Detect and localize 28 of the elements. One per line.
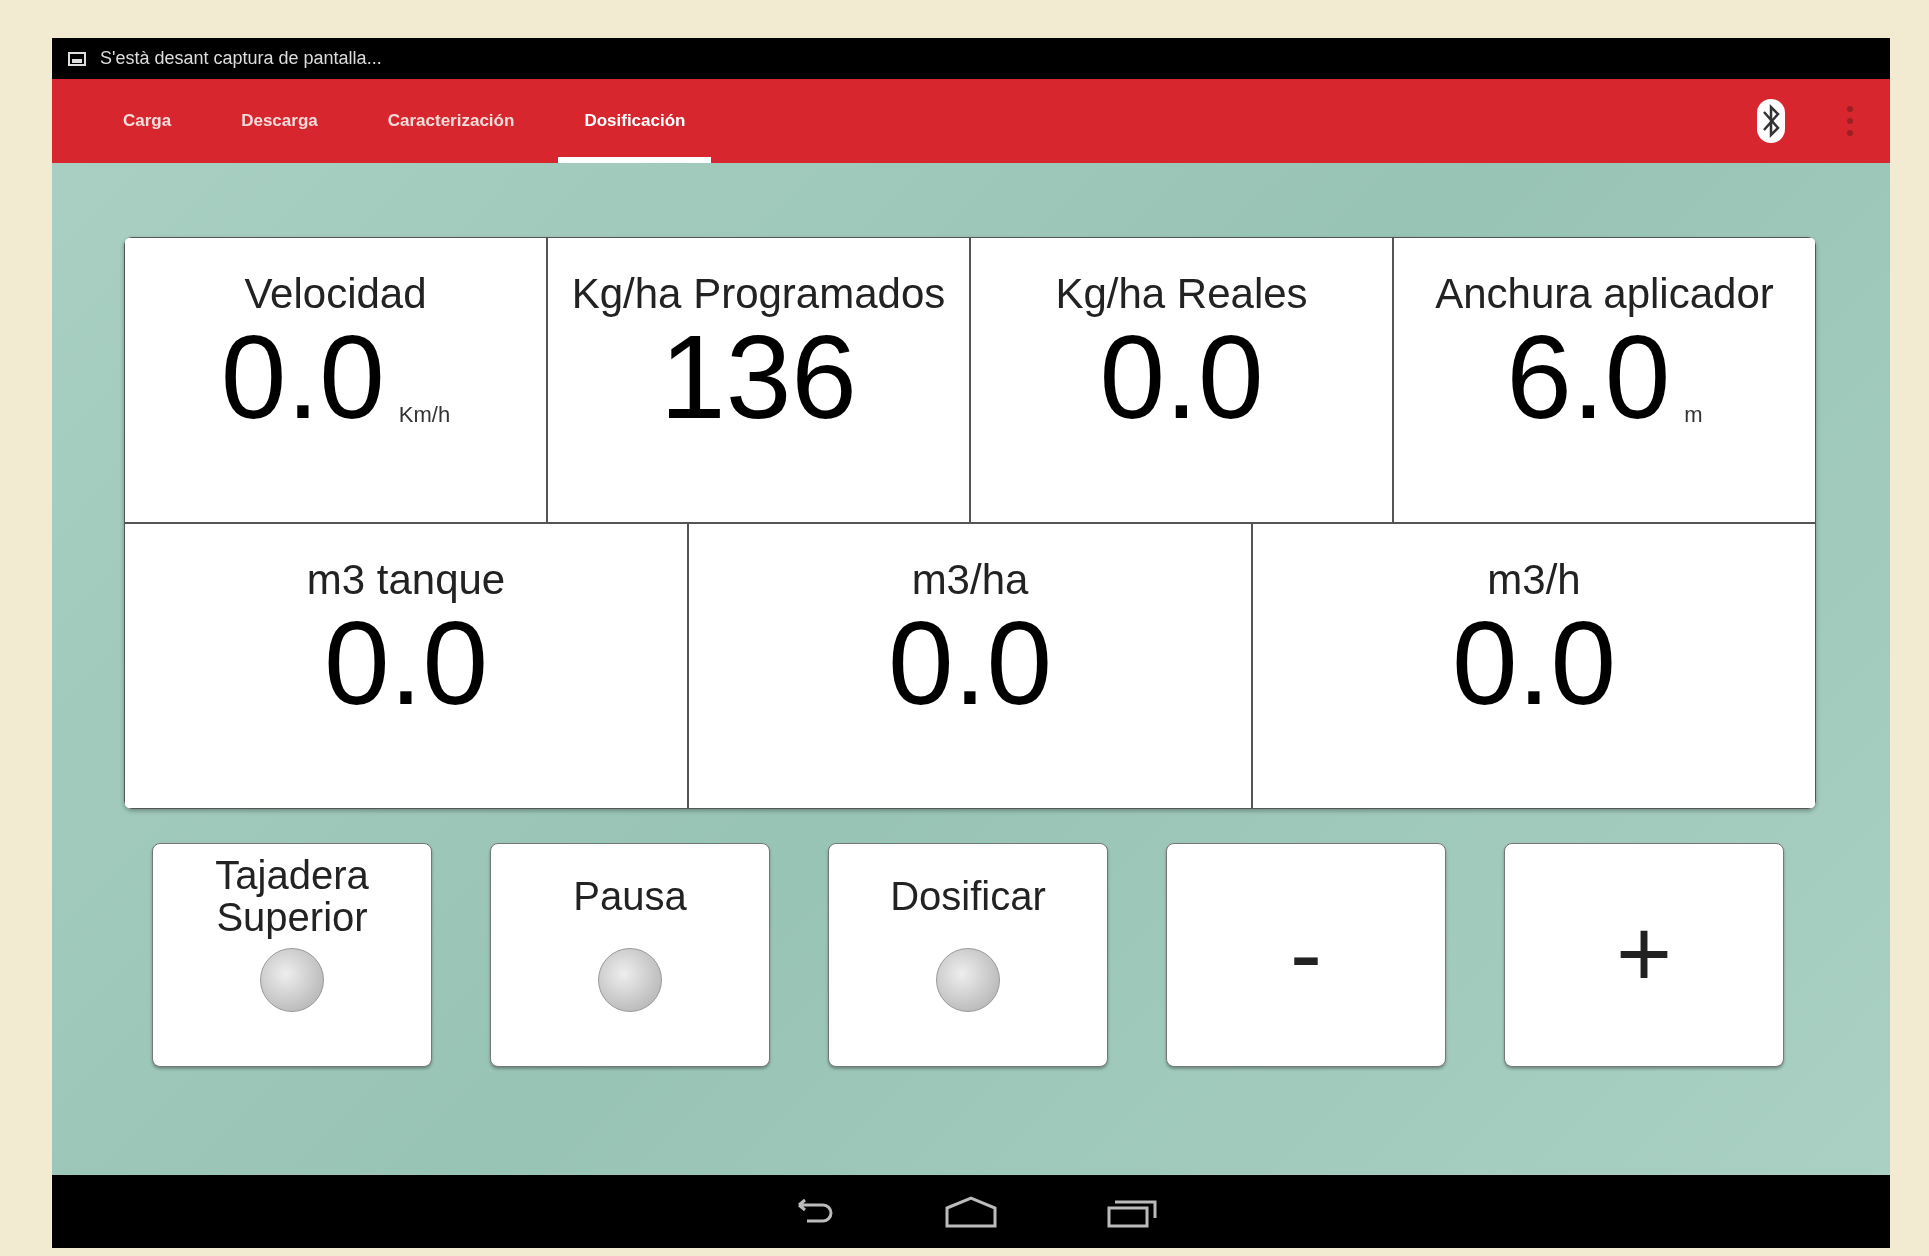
reading-value: 0.0 xyxy=(323,604,488,722)
reading-label: Kg/ha Reales xyxy=(1055,270,1308,318)
step-button[interactable]: + xyxy=(1504,843,1784,1067)
reading-unit: m xyxy=(1684,402,1703,428)
notification-text: S'està desant captura de pantalla... xyxy=(100,48,382,69)
reading-label: Anchura aplicador xyxy=(1435,270,1774,318)
tab[interactable]: Descarga xyxy=(215,79,344,163)
reading-label: m3/h xyxy=(1487,556,1581,604)
reading-label: m3/ha xyxy=(911,556,1029,604)
tab[interactable]: Carga xyxy=(97,79,198,163)
reading-label: Kg/ha Programados xyxy=(571,270,946,318)
reading-value: 0.0 xyxy=(1099,318,1264,436)
reading-value: 0.0 xyxy=(220,318,385,436)
reading-value: 0.0 xyxy=(887,604,1052,722)
reading-value: 136 xyxy=(660,318,857,436)
reading-label: Velocidad xyxy=(244,270,427,318)
toggle-button[interactable]: Tajadera Superior xyxy=(152,843,432,1067)
toggle-button[interactable]: Pausa xyxy=(490,843,770,1067)
reading-label: m3 tanque xyxy=(306,556,506,604)
screenshot-icon xyxy=(68,50,86,67)
reading-value: 6.0 xyxy=(1506,318,1671,436)
step-button[interactable]: - xyxy=(1166,843,1446,1067)
toggle-button[interactable]: Dosificar xyxy=(828,843,1108,1067)
bluetooth-icon[interactable] xyxy=(1756,98,1786,144)
tab[interactable]: Caracterización xyxy=(361,79,541,163)
home-icon[interactable] xyxy=(945,1195,997,1228)
reading-unit: Km/h xyxy=(398,402,451,428)
reading-value: 0.0 xyxy=(1451,604,1616,722)
